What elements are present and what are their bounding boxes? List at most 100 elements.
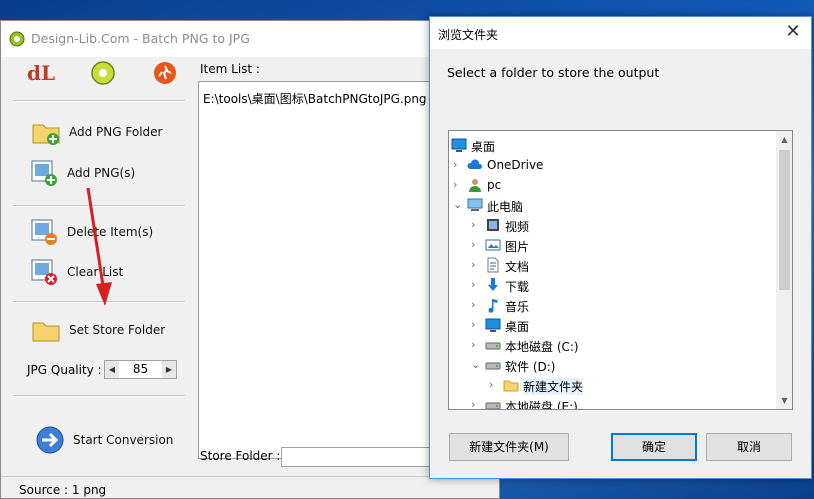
start-conversion-label: Start Conversion <box>73 433 174 447</box>
desktop-icon <box>451 138 467 152</box>
tree-node[interactable]: › 本地磁盘 (E:) <box>449 395 779 410</box>
download-icon <box>488 278 498 291</box>
chevron-right-icon[interactable]: › <box>453 178 463 191</box>
folder-icon <box>32 322 60 342</box>
chevron-down-icon[interactable]: ⌄ <box>471 358 481 371</box>
app-titlebar[interactable]: Design-Lib.Com - Batch PNG to JPG <box>1 21 501 57</box>
app-title: Design-Lib.Com - Batch PNG to JPG <box>31 31 250 46</box>
new-folder-button[interactable]: 新建文件夹(M) <box>449 433 569 461</box>
tree-node[interactable]: › 视频 <box>449 215 779 235</box>
tree-node-label: 本地磁盘 (E:) <box>505 400 578 410</box>
item-list-label: Item List : <box>200 62 260 76</box>
video-icon <box>487 219 499 231</box>
tree-node-label: 音乐 <box>505 300 530 314</box>
set-store-folder-button[interactable]: Set Store Folder <box>31 315 191 345</box>
set-store-folder-label: Set Store Folder <box>69 323 166 337</box>
document-icon <box>487 257 499 273</box>
start-conversion-button[interactable]: Start Conversion <box>35 425 195 455</box>
tree-node-label: OneDrive <box>487 158 544 172</box>
add-png-label: Add PNG(s) <box>67 166 136 180</box>
jpg-quality-value[interactable]: 85 <box>119 362 162 376</box>
status-text: Source : 1 png <box>19 483 107 497</box>
tree-node-label: 此电脑 <box>487 200 524 214</box>
tree-node-label: 新建文件夹 <box>523 378 584 395</box>
tree-node[interactable]: › 音乐 <box>449 295 779 315</box>
tree-node[interactable]: 桌面 <box>449 135 779 155</box>
chevron-right-icon[interactable]: › <box>489 378 499 391</box>
chevron-right-icon[interactable]: › <box>471 398 481 409</box>
red-arrow-annotation <box>86 187 112 306</box>
cloud-icon <box>467 159 483 169</box>
chevron-right-icon[interactable]: › <box>453 158 463 171</box>
chevron-right-icon[interactable]: › <box>471 318 481 331</box>
separator <box>13 100 185 102</box>
add-png-folder-label: Add PNG Folder <box>69 125 163 139</box>
tree-node-label: 本地磁盘 (C:) <box>505 340 579 354</box>
drive-icon <box>485 402 501 409</box>
chevron-right-icon[interactable]: › <box>471 238 481 251</box>
picture-icon <box>485 239 501 251</box>
store-folder-label: Store Folder : <box>200 449 281 463</box>
tree-node[interactable]: › 图片 <box>449 235 779 255</box>
image-remove-icon <box>31 219 57 245</box>
tree-node[interactable]: › 文档 <box>449 255 779 275</box>
computer-icon <box>467 198 483 211</box>
arrow-right-icon <box>36 426 64 454</box>
tree-node-label: 桌面 <box>471 140 496 154</box>
designlib-logo-icon[interactable]: dL <box>27 61 55 85</box>
user-icon <box>469 179 481 192</box>
drive-icon <box>485 342 501 350</box>
tree-node-label: pc <box>487 178 502 192</box>
tree-node-label: 图片 <box>505 240 530 254</box>
folder-add-icon <box>32 124 60 145</box>
folder-tree[interactable]: 桌面 › OneDrive › pc ⌄ 此电脑 › 视频 › 图片 › 文档 › 下载 › 音乐 › 桌面 › 本地磁… <box>448 130 793 410</box>
image-add-icon <box>31 160 57 186</box>
increase-icon[interactable]: ▶ <box>162 361 176 378</box>
tree-node[interactable]: › 下载 <box>449 275 779 295</box>
about-icon[interactable] <box>89 59 117 87</box>
chevron-right-icon[interactable]: › <box>471 258 481 271</box>
add-png-folder-button[interactable]: Add PNG Folder <box>31 117 191 147</box>
browse-folder-dialog: 浏览文件夹 ✕ Select a folder to store the out… <box>429 16 812 479</box>
tree-scrollbar[interactable]: ▲ ▼ <box>776 131 792 409</box>
decrease-icon[interactable]: ◀ <box>105 361 119 378</box>
drive-icon <box>485 362 501 370</box>
scroll-down-icon[interactable]: ▼ <box>776 392 792 409</box>
main-window: Design-Lib.Com - Batch PNG to JPG dL Add… <box>0 20 501 499</box>
dialog-title: 浏览文件夹 <box>438 28 499 42</box>
chevron-right-icon[interactable]: › <box>471 218 481 231</box>
tree-node[interactable]: › pc <box>449 175 779 195</box>
scroll-up-icon[interactable]: ▲ <box>776 131 792 148</box>
chevron-right-icon[interactable]: › <box>471 298 481 311</box>
list-item[interactable]: E:\tools\桌面\图标\BatchPNGtoJPG.png <box>203 90 427 107</box>
music-icon <box>488 299 498 313</box>
tree-node[interactable]: › OneDrive <box>449 155 779 175</box>
tree-node[interactable]: › 新建文件夹 <box>449 375 779 395</box>
ok-button[interactable]: 确定 <box>611 433 697 461</box>
chevron-down-icon[interactable]: ⌄ <box>453 198 463 211</box>
desktop-icon <box>485 318 501 332</box>
status-bar: Source : 1 png <box>1 476 501 499</box>
tree-node[interactable]: ⌄ 软件 (D:) <box>449 355 779 375</box>
dialog-titlebar[interactable]: 浏览文件夹 ✕ <box>430 17 811 49</box>
tree-node[interactable]: › 桌面 <box>449 315 779 335</box>
folder-tree-rows: 桌面 › OneDrive › pc ⌄ 此电脑 › 视频 › 图片 › 文档 › 下载 › 音乐 › 桌面 › 本地磁… <box>449 131 776 409</box>
jpg-quality-spinner[interactable]: ◀ 85 ▶ <box>104 360 177 379</box>
tree-node-label: 视频 <box>505 220 530 234</box>
tree-node[interactable]: › 本地磁盘 (C:) <box>449 335 779 355</box>
tree-node-label: 文档 <box>505 260 530 274</box>
tree-node-label: 软件 (D:) <box>505 360 556 374</box>
close-icon[interactable]: ✕ <box>780 21 806 45</box>
tree-node-label: 下载 <box>505 280 530 294</box>
cancel-button[interactable]: 取消 <box>706 433 792 461</box>
separator <box>13 395 185 397</box>
clear-list-icon <box>31 259 57 285</box>
chevron-right-icon[interactable]: › <box>471 278 481 291</box>
scroll-thumb[interactable] <box>779 150 790 290</box>
tree-node[interactable]: ⌄ 此电脑 <box>449 195 779 215</box>
exit-icon[interactable] <box>151 59 179 87</box>
folder-icon <box>503 380 519 392</box>
dialog-prompt: Select a folder to store the output <box>447 65 660 80</box>
jpg-quality-label: JPG Quality : <box>27 363 102 377</box>
chevron-right-icon[interactable]: › <box>471 338 481 351</box>
